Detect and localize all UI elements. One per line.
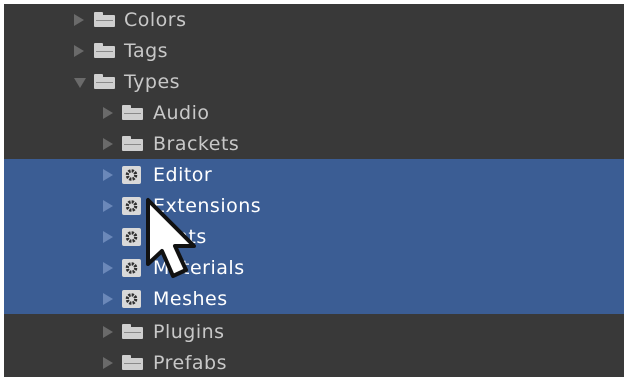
folder-icon <box>94 42 115 58</box>
collapsed-arrow-icon[interactable] <box>103 137 113 150</box>
folder-icon <box>94 73 115 89</box>
gear-folder-icon <box>122 165 141 184</box>
mouse-pointer-icon <box>146 198 196 278</box>
tree-item-brackets[interactable]: Brackets <box>4 128 624 159</box>
tree-item-label: Brackets <box>153 132 240 155</box>
collapsed-arrow-icon[interactable] <box>103 292 113 305</box>
tree-item-materials[interactable]: Materials <box>4 252 624 283</box>
collapsed-arrow-icon[interactable] <box>103 199 113 212</box>
collapsed-arrow-icon[interactable] <box>74 44 84 57</box>
gear-folder-icon <box>122 196 141 215</box>
collapsed-arrow-icon[interactable] <box>103 325 113 338</box>
folder-icon <box>94 11 115 27</box>
tree-item-colors[interactable]: Colors <box>4 4 624 35</box>
tree-item-extensions[interactable]: Extensions <box>4 190 624 221</box>
tree-item-label: Colors <box>124 8 187 31</box>
gear-folder-icon <box>122 258 141 277</box>
folder-icon <box>122 354 143 370</box>
collapsed-arrow-icon[interactable] <box>103 168 113 181</box>
tree-item-label: Tags <box>124 39 169 62</box>
tree-item-meshes[interactable]: Meshes <box>4 283 624 314</box>
folder-icon <box>122 323 143 339</box>
folder-icon <box>122 135 143 151</box>
tree-item-plugins[interactable]: Plugins <box>4 316 624 347</box>
collapsed-arrow-icon[interactable] <box>103 356 113 369</box>
collapsed-arrow-icon[interactable] <box>103 106 113 119</box>
tree-item-label: Meshes <box>153 287 228 310</box>
tree-item-audio[interactable]: Audio <box>4 97 624 128</box>
tree-item-fonts[interactable]: Fonts <box>4 221 624 252</box>
tree-item-types[interactable]: Types <box>4 66 624 97</box>
gear-folder-icon <box>122 289 141 308</box>
tree-item-label: Plugins <box>153 320 225 343</box>
collapsed-arrow-icon[interactable] <box>103 261 113 274</box>
collapsed-arrow-icon[interactable] <box>74 13 84 26</box>
expanded-arrow-icon[interactable] <box>74 77 86 88</box>
tree-item-editor[interactable]: Editor <box>4 159 624 190</box>
tree-item-tags[interactable]: Tags <box>4 35 624 66</box>
folder-icon <box>122 104 143 120</box>
tree-item-prefabs[interactable]: Prefabs <box>4 347 624 377</box>
tree-item-label: Types <box>124 70 181 93</box>
project-tree-panel: Colors Tags Types Audio Brackets Editor … <box>4 4 624 377</box>
collapsed-arrow-icon[interactable] <box>103 230 113 243</box>
tree-item-label: Editor <box>153 163 213 186</box>
tree-item-label: Prefabs <box>153 351 227 374</box>
tree-item-label: Audio <box>153 101 210 124</box>
gear-folder-icon <box>122 227 141 246</box>
